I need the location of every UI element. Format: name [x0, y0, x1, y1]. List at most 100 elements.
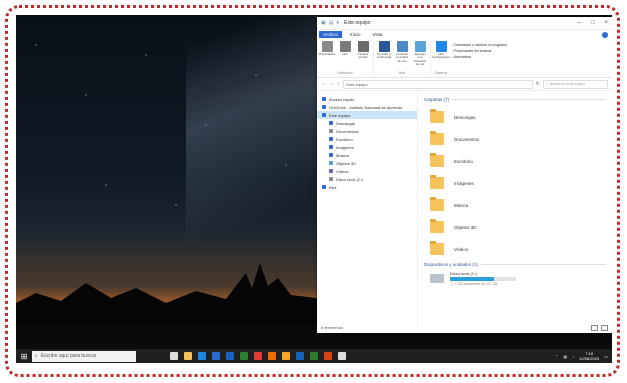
- uninstall-program-link[interactable]: Desinstalar o cambiar un programa: [452, 43, 507, 47]
- manage-link[interactable]: Administrar: [452, 55, 507, 59]
- chrome-icon[interactable]: [254, 352, 262, 360]
- nav-item[interactable]: Disco local (C:): [317, 175, 417, 183]
- up-arrow-icon[interactable]: ↑: [337, 81, 340, 87]
- computer-icon: [322, 113, 326, 117]
- minimize-button[interactable]: –: [578, 20, 581, 26]
- videos-icon: [329, 169, 333, 173]
- clock[interactable]: 7:16 12/06/2023: [579, 351, 599, 361]
- windows-start-icon[interactable]: ⊞: [16, 349, 32, 363]
- desktop-folder-icon: [430, 153, 444, 167]
- folder-item[interactable]: Objetos 3D: [424, 216, 606, 238]
- file-explorer-icon[interactable]: [184, 352, 192, 360]
- 3d-folder-icon: [430, 219, 444, 233]
- maximize-button[interactable]: □: [591, 20, 595, 26]
- nav-item[interactable]: Documentos: [317, 127, 417, 135]
- store-icon[interactable]: [212, 352, 220, 360]
- help-icon[interactable]: [602, 31, 608, 38]
- folders-header[interactable]: Carpetas (7): [424, 97, 606, 102]
- address-path: Este equipo: [346, 81, 368, 87]
- folder-item[interactable]: Imágenes: [424, 172, 606, 194]
- system-properties-link[interactable]: Propiedades del sistema: [452, 49, 507, 53]
- media-button[interactable]: Acceder a multimedia: [377, 41, 391, 67]
- properties-button[interactable]: Propiedades: [319, 41, 335, 60]
- network-location-icon: [414, 41, 426, 52]
- back-arrow-icon[interactable]: ←: [321, 81, 326, 87]
- address-input[interactable]: Este equipo: [342, 79, 533, 89]
- folder-item[interactable]: Descargas: [424, 106, 606, 128]
- nav-item[interactable]: OneDrive - Instituto Nacional de Aprendi…: [317, 103, 417, 111]
- nav-item[interactable]: Escritorio: [317, 135, 417, 143]
- nav-item-label: Descargas: [336, 120, 356, 126]
- folder-item[interactable]: Música: [424, 194, 606, 216]
- drive-item[interactable]: Disco local (C:) 77,7 GB disponibles de …: [424, 271, 606, 286]
- rename-button[interactable]: Cambiar nombre: [356, 41, 370, 60]
- ribbon-tabs: Archivo Inicio Vista: [317, 30, 612, 39]
- open-settings-button[interactable]: Abrir Configuración: [431, 41, 451, 60]
- details-view-icon[interactable]: [591, 325, 598, 331]
- desktop-icon: [329, 137, 333, 141]
- nav-item[interactable]: Acceso rápido: [317, 95, 417, 103]
- network-icon[interactable]: ▦: [563, 354, 567, 359]
- close-button[interactable]: ×: [604, 20, 608, 26]
- powerpoint-icon[interactable]: [324, 352, 332, 360]
- large-icons-view-icon[interactable]: [601, 325, 608, 331]
- forward-arrow-icon[interactable]: →: [329, 81, 334, 87]
- nav-item-label: Imágenes: [336, 144, 354, 150]
- vlc-icon[interactable]: [282, 352, 290, 360]
- mail-icon[interactable]: [226, 352, 234, 360]
- tab-vista[interactable]: Vista: [369, 31, 387, 38]
- nav-item[interactable]: Este equipo: [317, 111, 417, 119]
- open-icon: [339, 41, 351, 52]
- add-network-location-button[interactable]: Agregar una ubicación de red: [413, 41, 427, 67]
- firefox-icon[interactable]: [268, 352, 276, 360]
- refresh-icon[interactable]: ↻: [536, 81, 540, 87]
- media-label: Acceder a multimedia: [376, 52, 392, 60]
- chevron-up-icon[interactable]: ⌃: [555, 354, 558, 359]
- map-network-drive-label: Conectar a unidad de red: [395, 52, 409, 63]
- wallpaper-mountains: [16, 263, 326, 323]
- nav-item-label: Red: [329, 184, 337, 190]
- folder-item[interactable]: Vídeos: [424, 238, 606, 260]
- excel-icon[interactable]: [310, 352, 318, 360]
- open-button[interactable]: Abrir: [338, 41, 352, 60]
- quick-access-toolbar: ▣ ▤ ▾: [321, 20, 339, 26]
- star-icon: [322, 97, 326, 101]
- computer-icon: ▣: [321, 20, 326, 26]
- nav-item[interactable]: Imágenes: [317, 143, 417, 151]
- system-actions-list: Desinstalar o cambiar un programa Propie…: [452, 41, 507, 59]
- word-icon[interactable]: [296, 352, 304, 360]
- title-bar[interactable]: ▣ ▤ ▾ Este equipo – □ ×: [317, 17, 612, 30]
- open-settings-label: Abrir Configuración: [431, 52, 451, 60]
- nav-item[interactable]: Red: [317, 183, 417, 191]
- clock-date: 12/06/2023: [579, 356, 600, 361]
- folder-icon[interactable]: ▤: [329, 20, 334, 26]
- nav-item-label: Escritorio: [336, 136, 353, 142]
- documents-folder-icon: [430, 131, 444, 145]
- edge-icon[interactable]: [198, 352, 206, 360]
- map-network-drive-button[interactable]: Conectar a unidad de red: [395, 41, 409, 67]
- nav-item[interactable]: Música: [317, 151, 417, 159]
- photos-icon[interactable]: [240, 352, 248, 360]
- tab-inicio[interactable]: Inicio: [346, 31, 365, 38]
- folder-item[interactable]: Escritorio: [424, 150, 606, 172]
- group-name-ubicacion: Ubicación: [337, 71, 353, 75]
- notifications-icon[interactable]: ▭: [604, 354, 608, 359]
- search-placeholder: Buscar en Este equipo: [549, 82, 586, 86]
- task-view-icon[interactable]: [170, 352, 178, 360]
- taskbar-search-input[interactable]: ⌕ Escribe aquí para buscar: [32, 350, 136, 362]
- pictures-folder-icon: [430, 175, 444, 189]
- nav-item[interactable]: Vídeos: [317, 167, 417, 175]
- settings-icon[interactable]: [338, 352, 346, 360]
- tab-archivo[interactable]: Archivo: [319, 31, 343, 38]
- chevron-down-icon[interactable]: ▾: [336, 20, 339, 26]
- nav-item-label: Música: [336, 152, 349, 158]
- nav-item[interactable]: Descargas: [317, 119, 417, 127]
- search-input[interactable]: ⌕ Buscar en Este equipo: [543, 79, 608, 89]
- folder-item[interactable]: Documentos: [424, 128, 606, 150]
- folder-label: Escritorio: [454, 158, 473, 164]
- volume-icon[interactable]: ♪: [572, 354, 574, 359]
- file-explorer-window[interactable]: ▣ ▤ ▾ Este equipo – □ × Archivo Inicio V…: [317, 17, 612, 333]
- settings-icon: [435, 41, 447, 52]
- drives-header[interactable]: Dispositivos y unidades (1): [424, 262, 606, 267]
- nav-item[interactable]: Objetos 3D: [317, 159, 417, 167]
